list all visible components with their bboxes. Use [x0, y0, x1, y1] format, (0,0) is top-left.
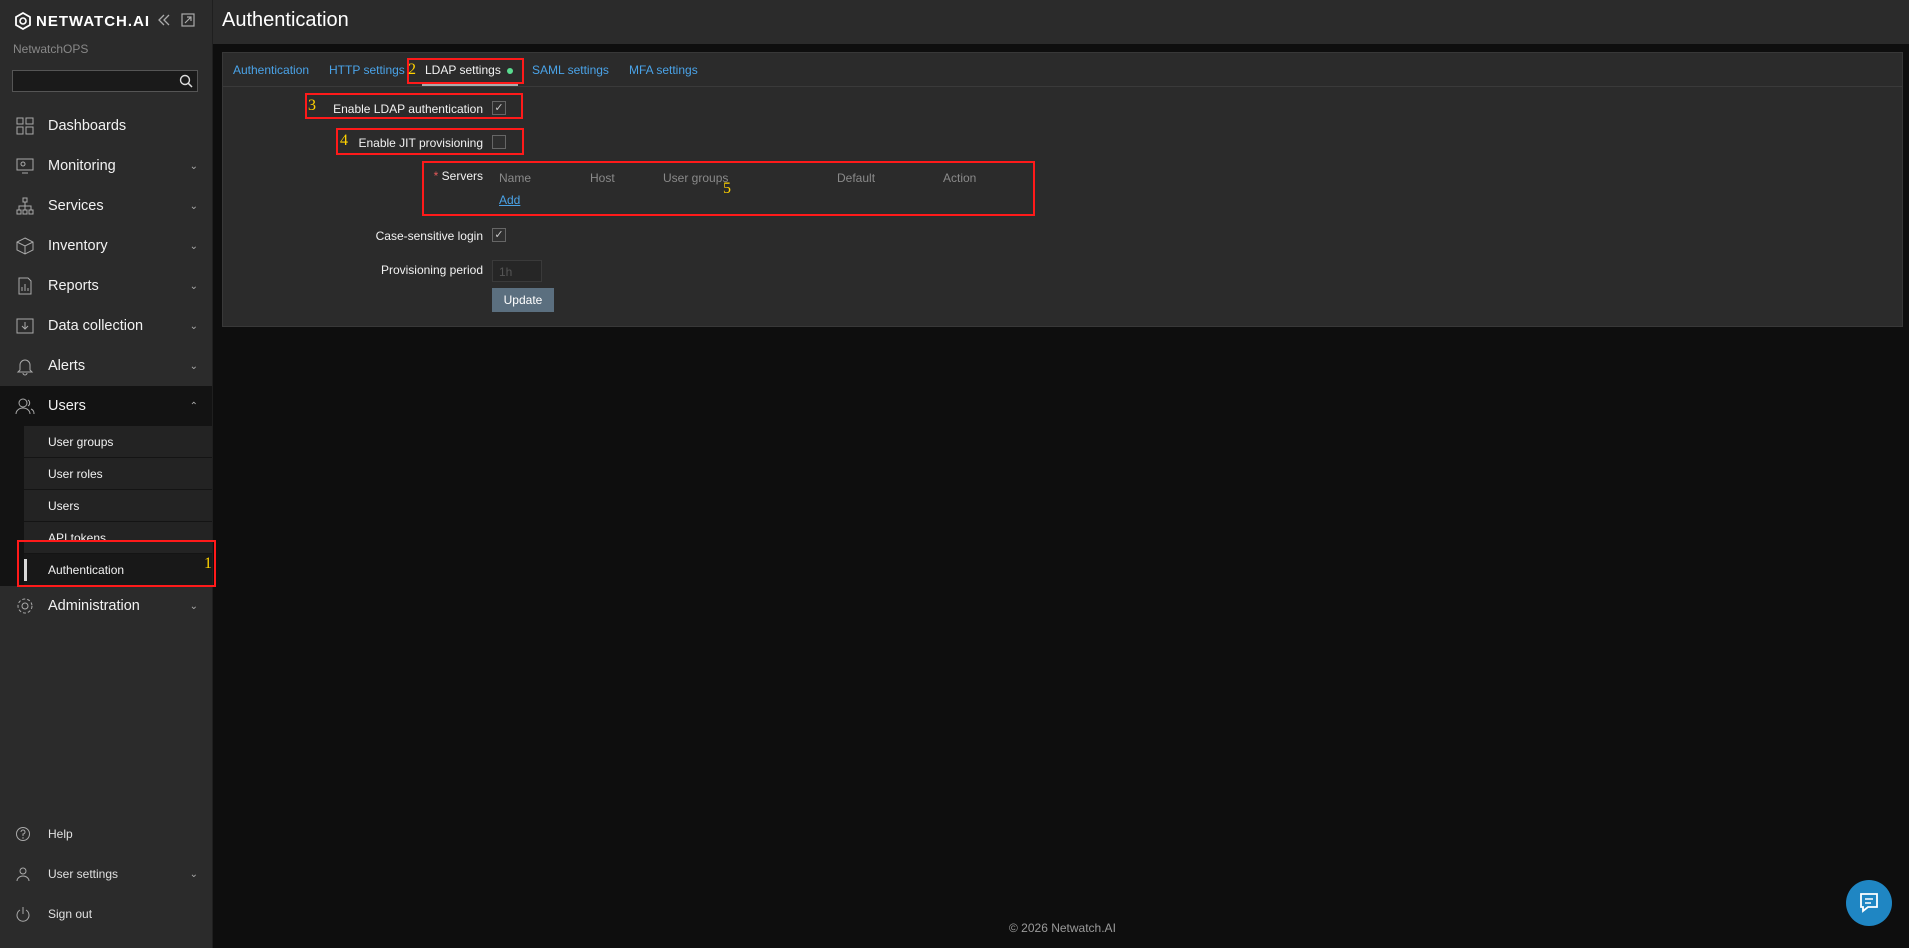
- server-name: NetwatchOPS: [13, 42, 89, 56]
- nav-label: Data collection: [48, 318, 144, 334]
- kiosk-mode-icon[interactable]: [180, 12, 196, 28]
- chevron-down-icon: ⌄: [189, 160, 198, 172]
- annotation-number-5: 5: [723, 180, 731, 197]
- nav-label: Help: [48, 827, 73, 841]
- chevron-down-icon: ⌄: [189, 280, 198, 292]
- chevron-down-icon: ⌄: [189, 240, 198, 252]
- nav-label: Services: [48, 198, 104, 214]
- logo-text: NETWATCH.AI: [36, 12, 151, 30]
- sidebar: NETWATCH.AI NetwatchOPS Dashboards Monit…: [0, 0, 213, 948]
- power-icon: [15, 906, 31, 922]
- nav-help[interactable]: Help: [0, 814, 212, 854]
- case-sensitive-checkbox[interactable]: ✓: [492, 228, 506, 242]
- help-icon: [15, 826, 31, 842]
- nav-label: Sign out: [48, 907, 93, 921]
- chevron-down-icon: ⌄: [189, 600, 198, 612]
- chevron-down-icon: ⌄: [189, 360, 198, 372]
- annotation-number-3: 3: [308, 97, 316, 114]
- nav-label: Monitoring: [48, 158, 116, 174]
- annotation-box-1: [17, 540, 216, 587]
- services-icon: [15, 196, 35, 216]
- nav-users[interactable]: Users ⌃: [0, 386, 212, 426]
- users-icon: [15, 396, 35, 416]
- provisioning-period-label: Provisioning period: [380, 263, 483, 277]
- nav-label: Dashboards: [48, 118, 127, 134]
- gear-icon: [15, 596, 35, 616]
- page-header: Authentication: [213, 0, 1909, 44]
- submenu-label: User roles: [48, 466, 103, 481]
- annotation-number-1: 1: [204, 555, 212, 572]
- submenu-user-groups[interactable]: User groups: [24, 426, 212, 458]
- dashboard-icon: [15, 116, 35, 136]
- nav-alerts[interactable]: Alerts ⌄: [0, 346, 212, 386]
- nav-reports[interactable]: Reports ⌄: [0, 266, 212, 306]
- inventory-icon: [15, 236, 35, 256]
- tab-authentication[interactable]: Authentication: [233, 63, 309, 77]
- nav-label: Alerts: [48, 358, 86, 374]
- chevron-down-icon: ⌄: [189, 200, 198, 212]
- submenu-label: User groups: [48, 434, 114, 449]
- tab-mfa-settings[interactable]: MFA settings: [629, 63, 698, 77]
- page-title: Authentication: [222, 9, 349, 31]
- nav-data-collection[interactable]: Data collection ⌄: [0, 306, 212, 346]
- logo[interactable]: NETWATCH.AI: [14, 12, 150, 30]
- update-button[interactable]: Update: [492, 288, 554, 312]
- data-collection-icon: [15, 316, 35, 336]
- tab-http-settings[interactable]: HTTP settings: [329, 63, 405, 77]
- search-input[interactable]: [12, 70, 198, 92]
- chevron-down-icon: ⌄: [189, 868, 198, 880]
- nav-user-settings[interactable]: User settings ⌄: [0, 854, 212, 894]
- user-icon: [15, 866, 31, 882]
- nav-label: Reports: [48, 278, 99, 294]
- annotation-box-4: [336, 128, 524, 155]
- search-icon[interactable]: [179, 74, 193, 93]
- chevron-down-icon: ⌄: [189, 320, 198, 332]
- case-sensitive-label: Case-sensitive login: [375, 229, 483, 243]
- annotation-number-4: 4: [340, 132, 348, 149]
- nav-administration[interactable]: Administration ⌄: [0, 586, 212, 626]
- chevron-up-icon: ⌃: [189, 400, 198, 412]
- monitoring-icon: [15, 156, 35, 176]
- nav-label: Inventory: [48, 238, 108, 254]
- footer-copyright: © 2026 Netwatch.AI: [1009, 921, 1116, 935]
- nav-label: Administration: [48, 598, 140, 614]
- submenu-users[interactable]: Users: [24, 490, 212, 522]
- nav-label: Users: [48, 398, 86, 414]
- submenu-user-roles[interactable]: User roles: [24, 458, 212, 490]
- nav-label: User settings: [48, 867, 119, 881]
- annotation-box-3: [305, 93, 523, 119]
- collapse-sidebar-icon[interactable]: [156, 12, 172, 28]
- annotation-box-2: [407, 58, 524, 84]
- logo-icon: [15, 12, 31, 30]
- nav-dashboards[interactable]: Dashboards: [0, 106, 212, 146]
- reports-icon: [15, 276, 35, 296]
- nav-monitoring[interactable]: Monitoring ⌄: [0, 146, 212, 186]
- bottom-nav: Help User settings ⌄ Sign out: [0, 814, 212, 934]
- chat-icon: [1860, 893, 1878, 913]
- bell-icon: [15, 356, 35, 376]
- provisioning-period-input[interactable]: 1h: [492, 260, 542, 282]
- chat-support-button[interactable]: [1846, 880, 1892, 926]
- nav-services[interactable]: Services ⌄: [0, 186, 212, 226]
- tab-saml-settings[interactable]: SAML settings: [532, 63, 609, 77]
- nav-sign-out[interactable]: Sign out: [0, 894, 212, 934]
- annotation-number-2: 2: [408, 61, 416, 78]
- nav-inventory[interactable]: Inventory ⌄: [0, 226, 212, 266]
- submenu-label: Users: [48, 498, 80, 513]
